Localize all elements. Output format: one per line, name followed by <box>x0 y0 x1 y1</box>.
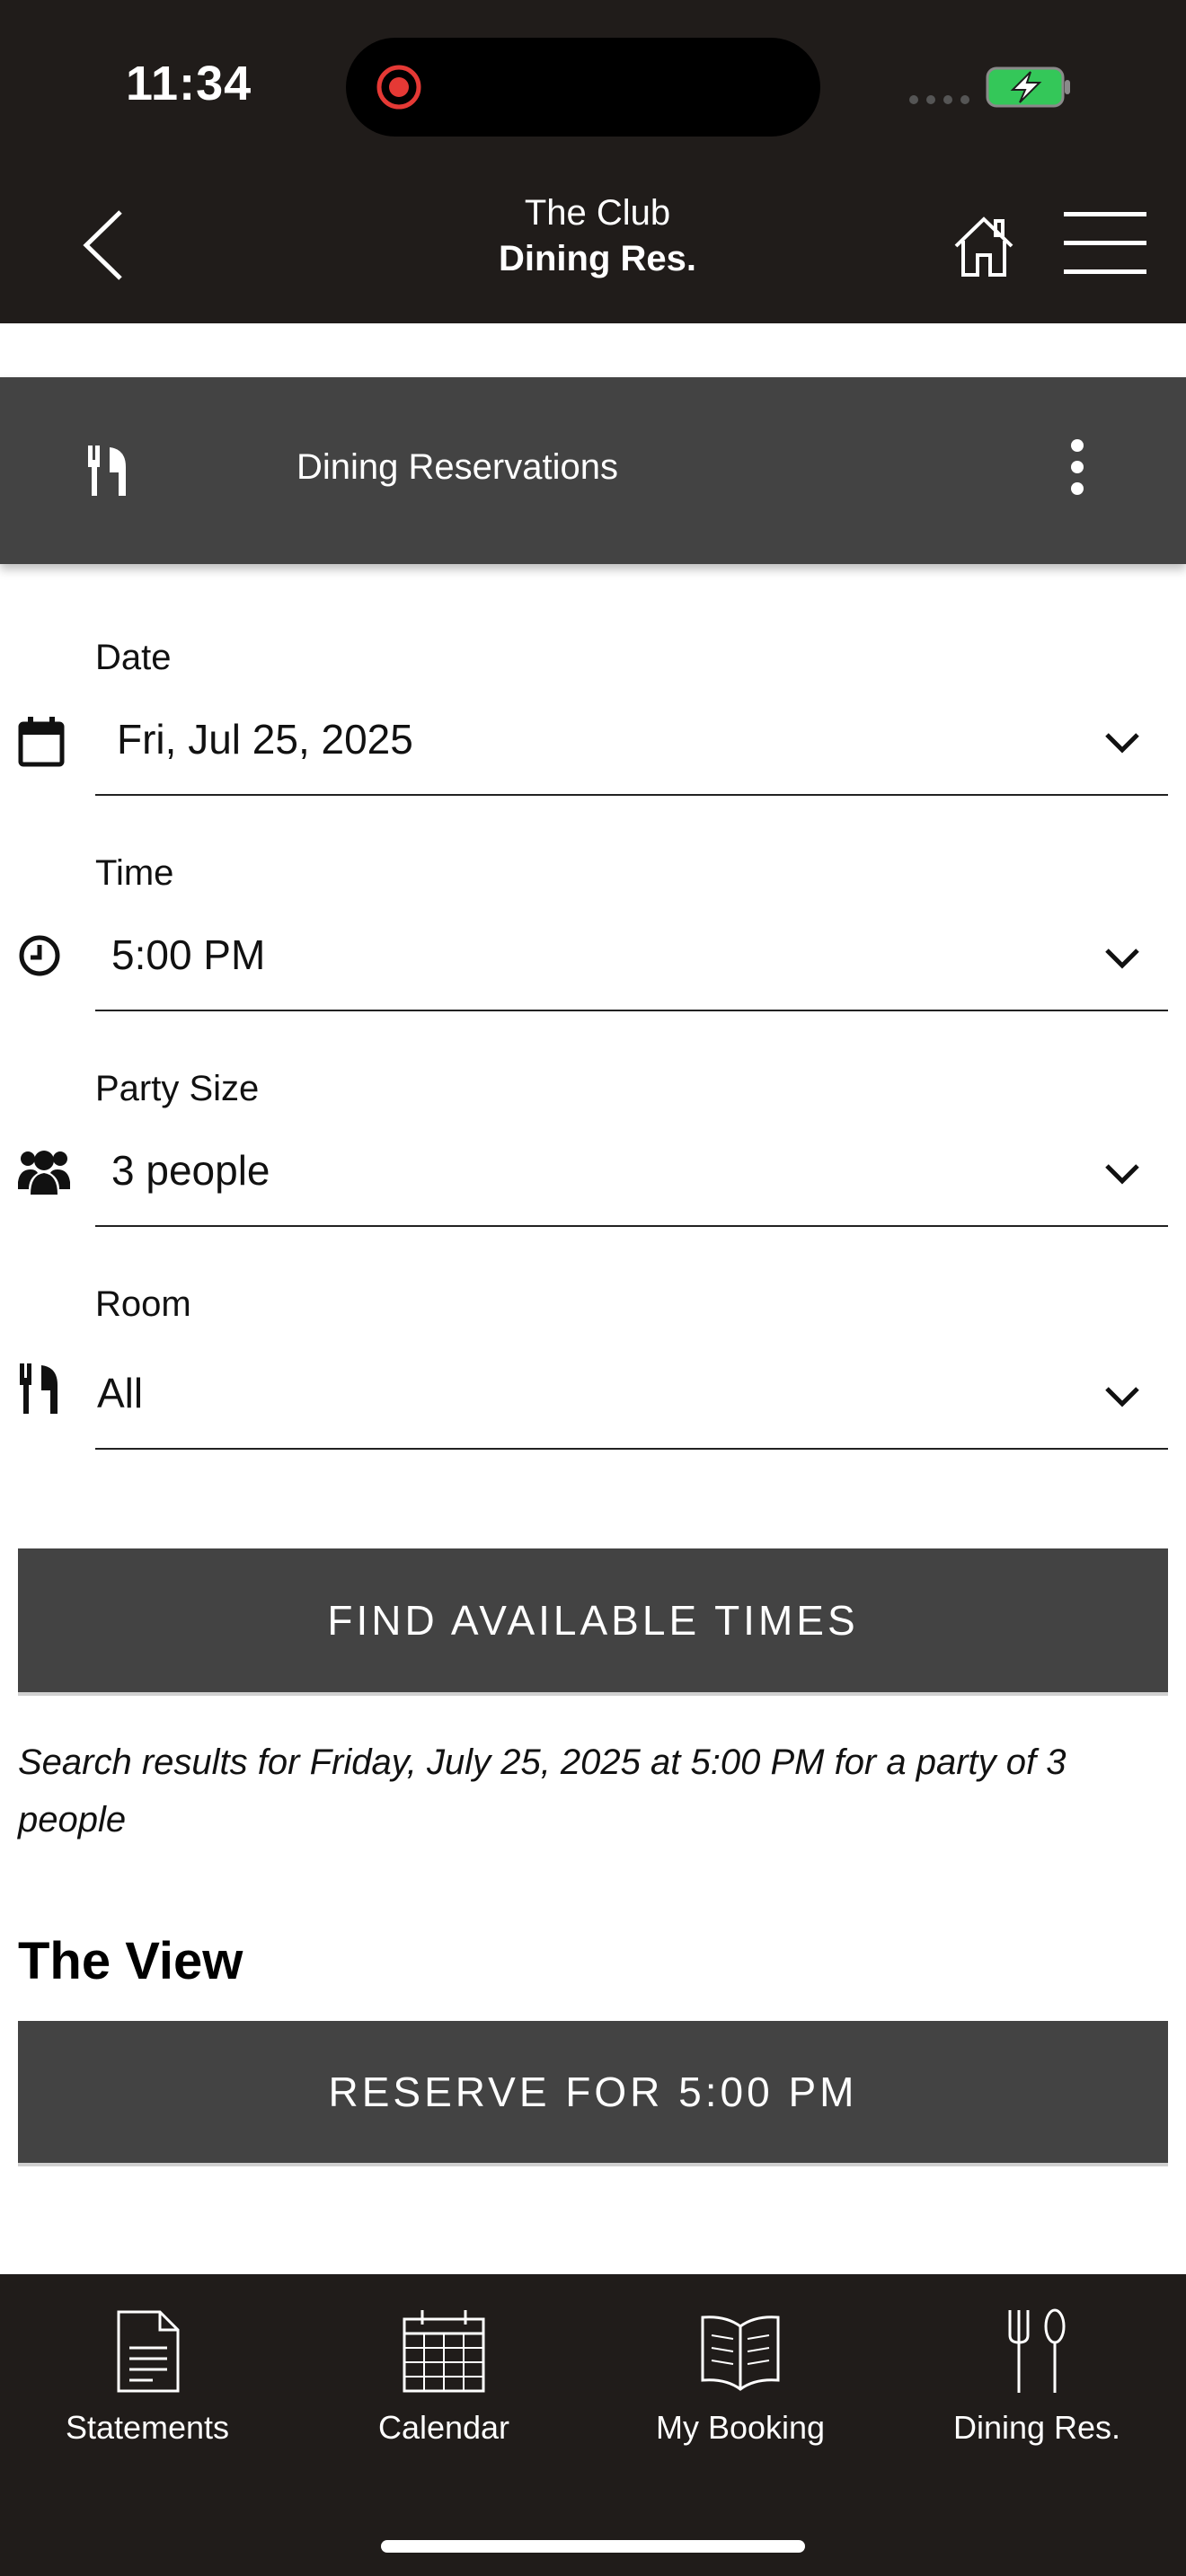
section-title: Dining Reservations <box>296 447 618 487</box>
tab-statements[interactable]: Statements <box>13 2308 282 2470</box>
header-title: The Club Dining Res. <box>413 190 782 282</box>
room-underline <box>95 1448 1168 1450</box>
fork-knife-icon <box>20 1363 58 1414</box>
room-label: Room <box>95 1284 191 1324</box>
party-size-underline <box>95 1225 1168 1227</box>
tab-dining-res[interactable]: Dining Res. <box>902 2308 1172 2470</box>
battery-icon <box>986 66 1070 108</box>
reserve-button[interactable]: RESERVE FOR 5:00 PM <box>18 2021 1168 2166</box>
home-icon[interactable] <box>951 214 1017 280</box>
tab-calendar[interactable]: Calendar <box>309 2308 579 2470</box>
date-underline <box>95 794 1168 796</box>
tab-label: My Booking <box>655 2409 826 2446</box>
vertical-ellipsis-icon[interactable] <box>1066 438 1089 496</box>
fork-knife-icon <box>1008 2308 1066 2393</box>
home-indicator[interactable] <box>381 2540 805 2553</box>
chevron-down-icon[interactable] <box>1102 1160 1143 1187</box>
back-chevron-icon[interactable] <box>77 205 131 286</box>
party-size-label: Party Size <box>95 1069 260 1108</box>
tab-my-booking[interactable]: My Booking <box>606 2308 875 2470</box>
time-underline <box>95 1010 1168 1011</box>
calendar-grid-icon <box>403 2310 485 2393</box>
dynamic-island <box>346 38 820 137</box>
chevron-down-icon[interactable] <box>1102 945 1143 972</box>
recording-icon <box>376 65 421 110</box>
room-select[interactable]: All <box>97 1369 143 1417</box>
result-venue-name: The View <box>18 1932 243 1990</box>
status-time: 11:34 <box>126 57 252 110</box>
tab-label: Dining Res. <box>952 2409 1121 2446</box>
tab-label: Calendar <box>377 2409 510 2446</box>
club-name: The Club <box>524 193 671 233</box>
time-label: Time <box>95 853 174 893</box>
find-available-times-button[interactable]: FIND AVAILABLE TIMES <box>18 1548 1168 1696</box>
hamburger-menu-icon[interactable] <box>1064 208 1146 277</box>
open-book-icon <box>701 2316 780 2391</box>
document-icon <box>117 2310 180 2393</box>
calendar-icon <box>18 717 65 767</box>
party-size-select[interactable]: 3 people <box>111 1146 270 1195</box>
chevron-down-icon[interactable] <box>1102 729 1143 756</box>
chevron-down-icon[interactable] <box>1102 1383 1143 1410</box>
fork-knife-icon <box>88 446 126 496</box>
people-icon <box>18 1151 70 1195</box>
clock-icon <box>19 935 60 976</box>
cellular-signal-icon <box>909 95 969 104</box>
date-label: Date <box>95 638 172 677</box>
tab-label: Statements <box>65 2409 230 2446</box>
page-name: Dining Res. <box>498 239 697 278</box>
search-results-summary: Search results for Friday, July 25, 2025… <box>18 1742 1067 1839</box>
time-select[interactable]: 5:00 PM <box>111 931 265 979</box>
date-select[interactable]: Fri, Jul 25, 2025 <box>117 715 413 763</box>
